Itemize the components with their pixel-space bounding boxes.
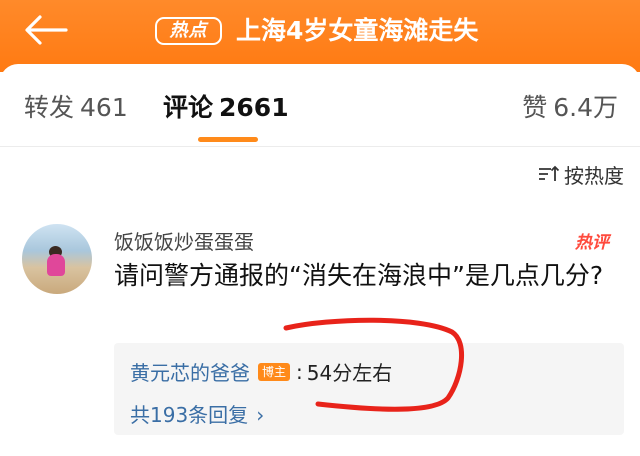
view-replies-link[interactable]: 共193条回复 › — [130, 399, 264, 428]
reply-line: 黄元芯的爸爸 博主 : 54分左右 — [130, 357, 392, 386]
tab-repost[interactable]: 转发 461 — [24, 92, 128, 124]
sort-icon — [539, 165, 560, 181]
tab-comments-label: 评论 — [163, 93, 214, 122]
page-title: 上海4岁女童海滩走失 — [236, 16, 479, 45]
blogger-badge: 博主 — [258, 362, 291, 381]
hot-comment-tag: 热评 — [575, 233, 609, 253]
reply-count-label: 共193条回复 — [130, 403, 249, 427]
comment-text: 请问警方通报的“消失在海浪中”是几点几分? — [114, 261, 604, 290]
sort-label: 按热度 — [564, 163, 624, 188]
chevron-right-icon: › — [256, 403, 265, 427]
hot-topic-badge: 热点 — [155, 17, 222, 45]
tab-likes-label: 赞 — [522, 93, 548, 122]
reply-text: 54分左右 — [306, 361, 393, 385]
tabs-divider — [0, 146, 640, 147]
app-header: 热点 上海4岁女童海滩走失 — [0, 0, 640, 72]
tab-repost-count: 461 — [80, 93, 128, 122]
reply-colon: : — [296, 359, 303, 384]
avatar-figure-body — [47, 254, 65, 276]
tab-comments-count: 2661 — [219, 93, 289, 122]
reply-preview[interactable]: 黄元芯的爸爸 博主 : 54分左右 共193条回复 › — [114, 343, 624, 435]
reply-author[interactable]: 黄元芯的爸爸 — [130, 357, 250, 386]
sort-by-hot-button[interactable]: 按热度 — [538, 160, 624, 188]
comment-username[interactable]: 饭饭饭炒蛋蛋蛋 — [114, 226, 254, 255]
tab-comments[interactable]: 评论 2661 — [163, 92, 289, 124]
avatar[interactable] — [22, 224, 92, 294]
tab-repost-label: 转发 — [24, 93, 75, 122]
active-tab-indicator — [198, 137, 258, 142]
tab-likes-count: 6.4万 — [553, 93, 618, 122]
tab-likes[interactable]: 赞 6.4万 — [522, 92, 618, 124]
back-arrow-icon[interactable] — [24, 14, 68, 46]
